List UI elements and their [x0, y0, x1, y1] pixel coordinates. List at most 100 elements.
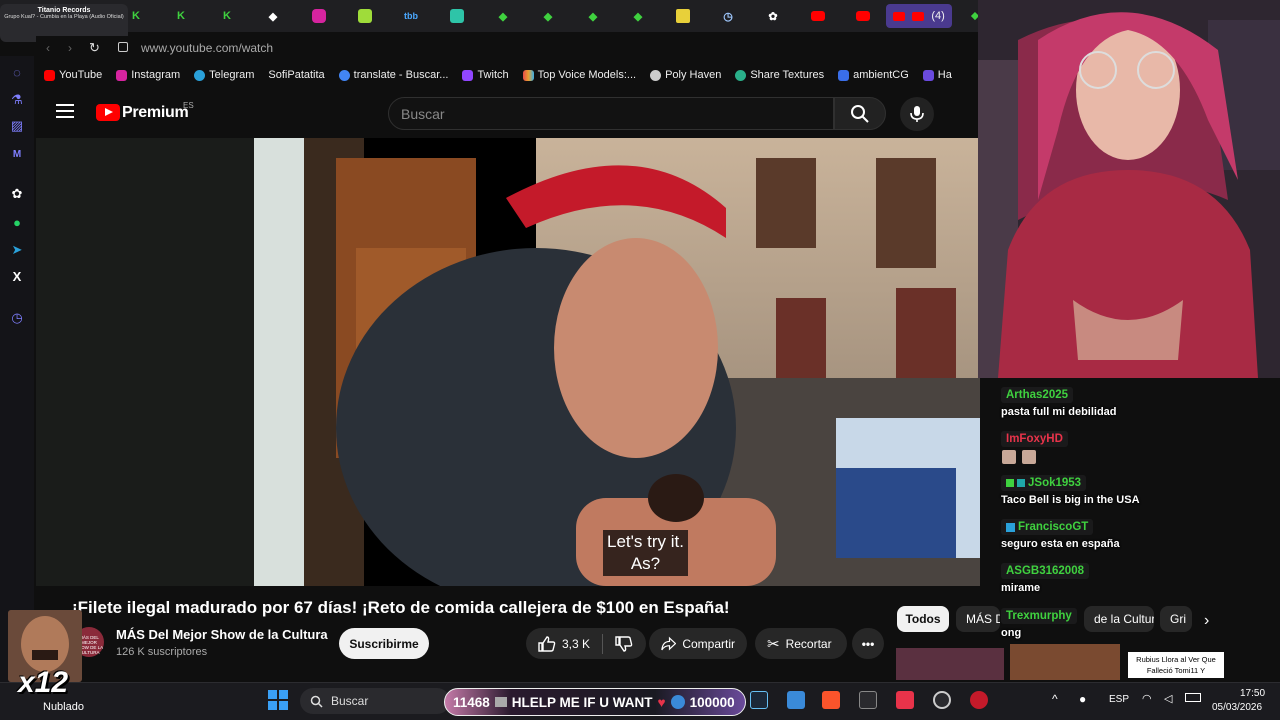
tab-tbb[interactable]: tbb	[400, 5, 422, 27]
tab-kick-3[interactable]: K	[216, 5, 238, 27]
back-icon[interactable]: ‹	[46, 41, 50, 55]
hamburger-menu-icon[interactable]	[56, 104, 74, 118]
recommended-thumbnail-1[interactable]	[896, 648, 1004, 680]
tab-gem-2[interactable]: ◆	[537, 5, 559, 27]
chat-message: mirame	[1001, 582, 1041, 594]
video-player[interactable]	[36, 138, 980, 586]
voice-search-button[interactable]	[900, 97, 934, 131]
tab-youtube-active[interactable]: (4)	[886, 4, 952, 28]
chip-all[interactable]: Todos	[897, 606, 949, 632]
bookmark-translate[interactable]: translate - Buscar...	[338, 69, 448, 81]
bookmark-ha[interactable]: Ha	[922, 69, 952, 81]
search-icon	[851, 104, 869, 123]
tab-gem-4[interactable]: ◆	[627, 5, 649, 27]
tab-kick-1[interactable]: K	[125, 5, 147, 27]
youtube-logo-icon[interactable]	[96, 104, 120, 121]
tab-gem-3[interactable]: ◆	[582, 5, 604, 27]
calculator-icon[interactable]	[859, 691, 877, 709]
chips-next-icon[interactable]: ›	[1204, 612, 1209, 630]
chat-username: ASGB3162008	[1001, 563, 1089, 579]
twitch-icon	[462, 69, 474, 81]
search-button[interactable]	[834, 97, 886, 130]
lock-icon[interactable]	[118, 42, 128, 52]
tab-kick-2[interactable]: K	[170, 5, 192, 27]
tab-green-app[interactable]	[354, 5, 376, 27]
tab-gem-1[interactable]: ◆	[492, 5, 514, 27]
tab-teal-app[interactable]	[446, 5, 468, 27]
bookmark-ambientcg[interactable]: ambientCG	[838, 69, 909, 81]
clock-time[interactable]: 17:50	[1240, 688, 1265, 699]
clock-date[interactable]: 05/03/2026	[1212, 702, 1262, 713]
bookmark-telegram[interactable]: Telegram	[194, 69, 254, 81]
bookmark-top-voice-models[interactable]: Top Voice Models:...	[522, 69, 636, 81]
sidebar-flask-icon[interactable]: ⚗	[9, 92, 25, 108]
red-app-icon[interactable]	[896, 691, 914, 709]
sidebar-arc-icon[interactable]: ◌	[9, 64, 25, 80]
sidebar-whatsapp-icon[interactable]: ●	[9, 214, 25, 230]
sidebar-chatgpt-icon[interactable]: ✿	[9, 186, 25, 202]
channel-name[interactable]: MÁS Del Mejor Show de la Cultura	[116, 627, 328, 642]
share-button[interactable]: Compartir	[649, 628, 747, 659]
youtube-icon	[44, 69, 55, 81]
clip-button[interactable]: ✂ Recortar	[755, 628, 847, 659]
tab-group-count: (4)	[931, 10, 945, 22]
chat-username: ImFoxyHD	[1001, 431, 1068, 447]
more-actions-icon[interactable]: •••	[852, 628, 884, 659]
polyhaven-icon	[650, 69, 662, 81]
reload-icon[interactable]: ↻	[89, 40, 100, 56]
chat-username: Trexmurphy	[1001, 608, 1077, 624]
instagram-icon	[116, 69, 128, 81]
url-field[interactable]: www.youtube.com/watch	[141, 41, 273, 55]
rainbow-icon	[522, 69, 534, 81]
recommended-thumbnail-2[interactable]	[1010, 644, 1120, 680]
thumbs-down-icon[interactable]	[615, 635, 633, 652]
youtube-premium-label[interactable]: Premium	[122, 104, 189, 122]
heart-icon: ♥	[657, 694, 666, 710]
tab-clock-icon[interactable]: ◷	[717, 5, 739, 27]
chat-username-row: JSok1953	[1001, 475, 1087, 491]
stream-goal-banner: 11468 HLELP ME IF U WANT ♥ 100000	[444, 688, 746, 716]
bookmark-poly-haven[interactable]: Poly Haven	[650, 69, 721, 81]
stream-chat: Arthas2025 pasta full mi debilidad ImFox…	[996, 382, 1180, 642]
forward-icon[interactable]: ›	[68, 41, 72, 55]
tab-diamond-icon[interactable]: ◆	[262, 5, 284, 27]
sidebar-x-icon[interactable]: X	[9, 268, 25, 284]
record-app-icon[interactable]	[970, 691, 988, 709]
bookmark-icon	[922, 69, 934, 81]
tray-overflow-icon[interactable]: ^	[1052, 692, 1058, 706]
brave-icon[interactable]	[822, 691, 840, 709]
keyboard-language[interactable]: ESP	[1109, 694, 1129, 705]
weather-label[interactable]: Nublado	[43, 701, 84, 713]
sidebar-m-icon[interactable]: M	[9, 146, 25, 162]
tab-youtube-2[interactable]	[852, 5, 874, 27]
windows-start-icon[interactable]	[268, 690, 288, 710]
caption-line-1: Let's try it.	[607, 532, 684, 551]
taskbar-search[interactable]: Buscar	[300, 688, 450, 714]
subscribe-button[interactable]: Suscribirme	[339, 628, 429, 659]
notepad-icon[interactable]	[787, 691, 805, 709]
bookmark-youtube[interactable]: YouTube	[44, 69, 102, 81]
chip-channel[interactable]: MÁS De	[956, 606, 1000, 632]
sidebar-telegram-icon[interactable]: ➤	[9, 242, 25, 258]
battery-icon[interactable]	[1185, 693, 1201, 702]
bookmark-twitch[interactable]: Twitch	[462, 69, 509, 81]
tab-youtube-1[interactable]	[807, 5, 829, 27]
bookmark-sofipatatita[interactable]: SofiPatatita	[268, 69, 324, 81]
sharetextures-icon	[735, 69, 747, 81]
obs-icon[interactable]	[933, 691, 951, 709]
sidebar-history-icon[interactable]: ◷	[9, 310, 25, 326]
sidebar-stripes-icon[interactable]: ▨	[9, 118, 25, 134]
wifi-icon[interactable]: ◠	[1142, 692, 1152, 705]
like-button[interactable]: 3,3 K	[538, 635, 590, 652]
tab-yellow-app[interactable]	[672, 5, 694, 27]
volume-icon[interactable]: ◁	[1164, 692, 1172, 705]
tab-openai-icon[interactable]: ✿	[762, 5, 784, 27]
chat-username: Arthas2025	[1001, 387, 1074, 403]
bookmark-share-textures[interactable]: Share Textures	[735, 69, 824, 81]
steam-icon[interactable]	[750, 691, 768, 709]
tab-instagram[interactable]	[308, 5, 330, 27]
tray-mic-icon[interactable]: ●	[1079, 692, 1086, 706]
share-label: Compartir	[682, 636, 735, 651]
search-input[interactable]: Buscar	[388, 97, 834, 130]
bookmark-instagram[interactable]: Instagram	[116, 69, 180, 81]
